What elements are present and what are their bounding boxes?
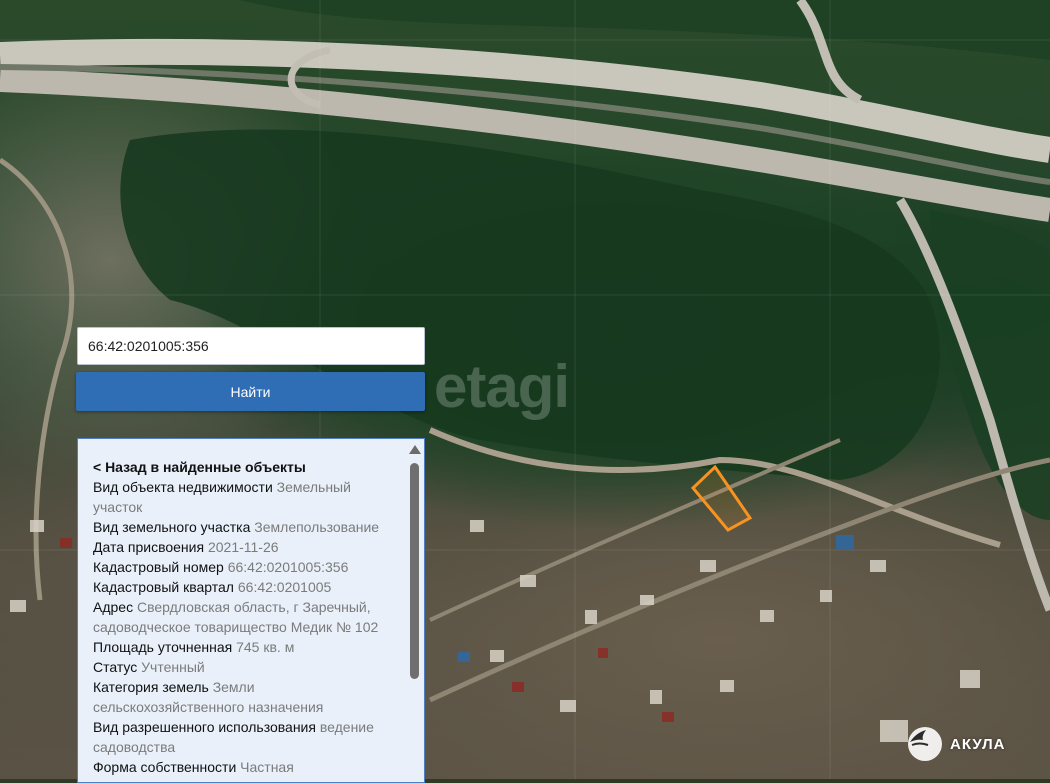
attribute-value: Частная <box>240 759 294 775</box>
watermark-text: etagi <box>434 353 570 420</box>
attribute-row: Статус Учтенный <box>93 657 393 677</box>
scroll-thumb[interactable] <box>410 463 419 679</box>
panel-scrollbar[interactable] <box>408 443 422 782</box>
attribute-row: Форма собственности Частная <box>93 757 393 777</box>
attribute-label: Вид земельного участка <box>93 519 251 535</box>
attribute-value: Свердловская область, г Заречный, садово… <box>93 599 379 635</box>
cadastral-parcel-outline[interactable] <box>690 464 753 532</box>
attribute-label: Адрес <box>93 599 134 615</box>
scroll-up-arrow-icon[interactable] <box>409 445 421 454</box>
search-button[interactable]: Найти <box>76 372 425 411</box>
forest-area <box>120 129 940 480</box>
logo-text: АКУЛА <box>950 735 1006 753</box>
shark-icon <box>908 727 942 761</box>
attribute-row: Кадастровый квартал 66:42:0201005 <box>93 577 393 597</box>
dirt-road-west <box>0 157 75 601</box>
attribute-label: Категория земель <box>93 679 209 695</box>
attribute-label: Кадастровый квартал <box>93 579 234 595</box>
attribute-value: 745 кв. м <box>236 639 295 655</box>
attribute-value: Учтенный <box>141 659 205 675</box>
attribute-row: Дата присвоения 2021-11-26 <box>93 537 393 557</box>
attribute-value: Землепользование <box>254 519 380 535</box>
attribute-label: Площадь уточненная <box>93 639 233 655</box>
attribute-label: Кадастровый номер <box>93 559 224 575</box>
attribute-row: Площадь уточненная 745 кв. м <box>93 637 393 657</box>
attribute-label: Дата присвоения <box>93 539 205 555</box>
attribute-value: 66:42:0201005 <box>237 579 332 595</box>
attribute-value: 66:42:0201005:356 <box>227 559 349 575</box>
attribute-row: Вид разрешенного использования ведение с… <box>93 717 393 757</box>
attribute-label: Вид разрешенного использования <box>93 719 316 735</box>
attribute-row: Вид объекта недвижимости Земельный участ… <box>93 477 393 517</box>
object-info-content: < Назад в найденные объекты Вид объекта … <box>93 457 393 777</box>
object-info-panel: < Назад в найденные объекты Вид объекта … <box>77 438 425 783</box>
attribute-list: Вид объекта недвижимости Земельный участ… <box>93 477 393 777</box>
attribute-label: Форма собственности <box>93 759 237 775</box>
attribute-row: Вид земельного участка Землепользование <box>93 517 393 537</box>
attribute-label: Статус <box>93 659 138 675</box>
back-to-results-link[interactable]: < Назад в найденные объекты <box>93 457 393 477</box>
cadastral-search-input[interactable] <box>77 327 425 365</box>
akula-logo: АКУЛА <box>908 726 1005 762</box>
attribute-row: Категория земель Земли сельскохозяйствен… <box>93 677 393 717</box>
attribute-row: Адрес Свердловская область, г Заречный, … <box>93 597 393 637</box>
attribute-label: Вид объекта недвижимости <box>93 479 273 495</box>
attribute-value: 2021-11-26 <box>207 539 279 555</box>
attribute-row: Кадастровый номер 66:42:0201005:356 <box>93 557 393 577</box>
